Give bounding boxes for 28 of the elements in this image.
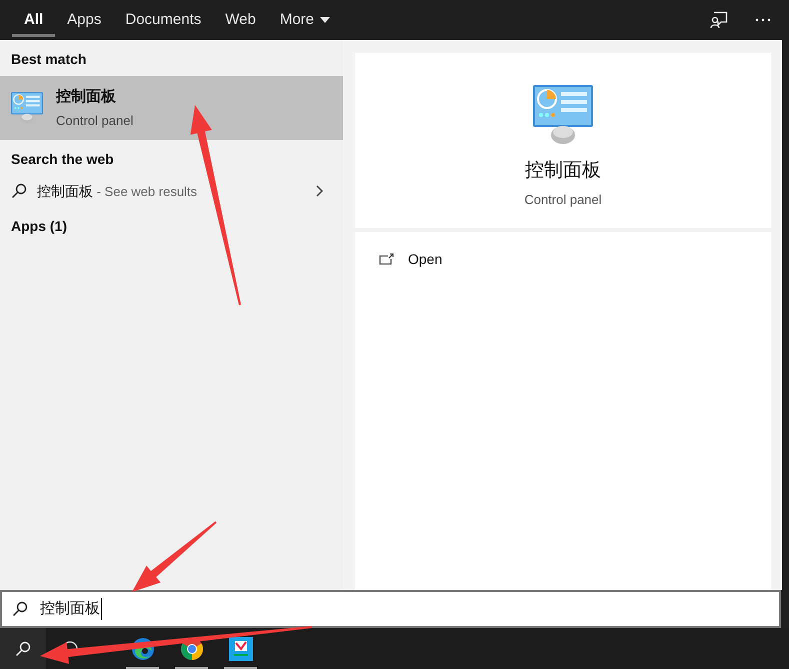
chevron-right-icon — [316, 185, 323, 197]
tab[interactable]: More — [268, 0, 342, 40]
open-action[interactable]: Open — [355, 246, 442, 272]
control-panel-icon — [531, 83, 595, 147]
section-heading: Search the web — [10, 150, 115, 169]
search-field[interactable]: 控制面板 — [0, 590, 781, 628]
section-heading: Best match — [10, 50, 88, 69]
detail-title: 控制面板 — [525, 159, 601, 183]
caret-icon — [320, 17, 330, 23]
search-icon — [11, 183, 27, 199]
item-subtitle: Control panel — [56, 112, 134, 130]
tab[interactable]: Apps — [55, 0, 114, 40]
best-match-item[interactable]: 控制面板 Control panel — [0, 76, 343, 140]
taskbar-search-button[interactable] — [0, 628, 46, 669]
web-result-item[interactable]: 控制面板 - See web results — [0, 176, 343, 206]
tab[interactable]: Web — [213, 0, 268, 40]
tab[interactable]: All — [12, 0, 56, 40]
feedback-icon — [710, 11, 728, 29]
search-icon — [12, 601, 28, 617]
more-icon — [755, 18, 771, 22]
app-icon — [228, 636, 252, 660]
web-result-text: 控制面板 - See web results — [37, 182, 198, 200]
detail-subtitle: Control panel — [524, 190, 602, 209]
tab[interactable]: Documents — [113, 0, 214, 40]
section-heading: Apps (1) — [10, 217, 68, 236]
item-title: 控制面板 — [56, 86, 117, 106]
open-window-icon — [379, 253, 394, 265]
search-icon — [15, 640, 31, 656]
